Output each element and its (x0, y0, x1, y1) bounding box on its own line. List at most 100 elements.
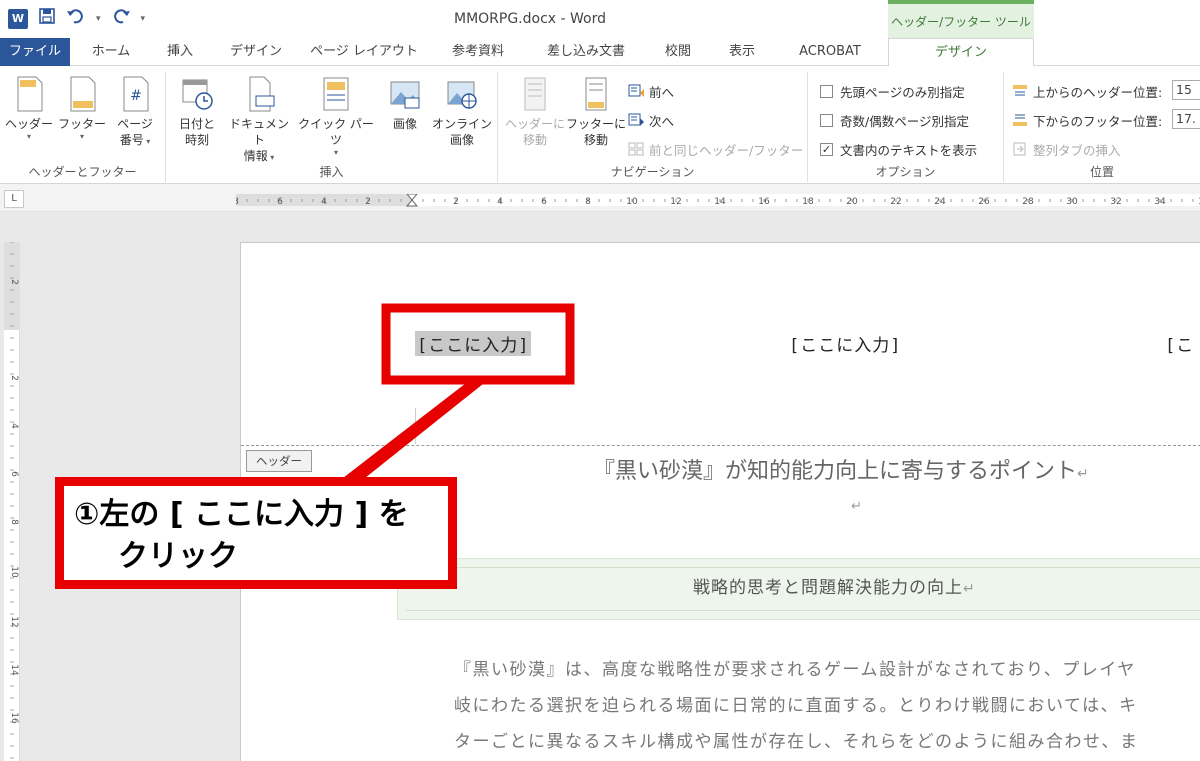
date-time-button[interactable]: 日付と 時刻 (172, 76, 222, 148)
body-text-line[interactable]: 『黒い砂漠』は、高度な戦略性が要求されるゲーム設計がなされており、プレイヤ (454, 655, 1136, 680)
vertical-ruler-ticks: 2 2 4 6 8 10 12 14 16 (9, 242, 19, 759)
next-button[interactable]: 次へ (628, 109, 674, 131)
different-first-page-checkbox[interactable]: 先頭ページのみ別指定 (820, 80, 965, 102)
vertical-ruler[interactable]: 2 2 4 6 8 10 12 14 16 (4, 242, 20, 761)
vertical-ruler-label: 10 (9, 566, 19, 578)
link-to-previous-label: 前と同じヘッダー/フッター (649, 142, 804, 158)
next-label: 次へ (649, 113, 675, 129)
ruler-label: 10 (626, 197, 638, 207)
previous-button[interactable]: 前へ (628, 80, 674, 102)
tab-home[interactable]: ホーム (78, 38, 144, 66)
group-label-insert: 挿入 (319, 165, 344, 179)
tab-selector[interactable]: L (4, 190, 24, 208)
indent-marker[interactable] (405, 194, 419, 207)
picture-icon (388, 76, 422, 112)
ruler-label: 34 (1154, 197, 1166, 207)
ruler-label: 26 (978, 197, 990, 207)
picture-button[interactable]: 画像 (380, 76, 430, 132)
group-label-position: 位置 (1089, 165, 1114, 179)
tab-hf-design[interactable]: デザイン (888, 38, 1034, 67)
header-button[interactable]: ヘッダー ▾ (4, 76, 54, 142)
goto-header-button[interactable]: ヘッダーに 移動 (504, 76, 566, 148)
tab-insert[interactable]: 挿入 (150, 38, 210, 66)
group-navigation: ヘッダーに 移動 フッターに 移動 前へ 次へ 前と同じヘッダー/フッター ナビ… (498, 72, 808, 182)
tab-file[interactable]: ファイル (0, 38, 70, 66)
tab-mailings[interactable]: 差し込み文書 (530, 38, 642, 66)
body-text-line[interactable]: 岐にわたる選択を迫られる場面に日常的に直面する。とりわけ戦闘においては、キ (454, 691, 1138, 716)
goto-footer-button[interactable]: フッターに 移動 (566, 76, 626, 148)
ruler-label: 6 (541, 197, 547, 207)
header-center-placeholder[interactable]: [ここに入力] (789, 331, 901, 356)
tab-acrobat[interactable]: ACROBAT (780, 38, 880, 66)
title-bar: W ▾ ▾ MMORPG.docx - Word ヘッダー/フッター ツール (0, 0, 1200, 38)
instruction-line-2: クリック (118, 539, 238, 574)
insert-alignment-tab-button[interactable]: 整列タブの挿入 (1012, 138, 1121, 160)
footer-button[interactable]: フッター ▾ (56, 76, 108, 142)
previous-label: 前へ (649, 84, 675, 100)
footer-dropdown-icon: ▾ (79, 132, 84, 141)
group-insert: 日付と 時刻 ドキュメント 情報 ▾ クイック パーツ ▾ 画像 オンライン 画… (166, 72, 498, 182)
tab-view[interactable]: 表示 (714, 38, 770, 66)
goto-header-icon (518, 76, 552, 112)
ruler-label: 4 (321, 197, 327, 207)
vertical-ruler-label: 8 (9, 519, 19, 525)
different-odd-even-label: 奇数/偶数ページ別指定 (840, 113, 969, 129)
footer-position-control: 下からのフッター位置: (1012, 109, 1162, 131)
tab-design[interactable]: デザイン (218, 38, 294, 66)
header-position-input[interactable]: 15 (1172, 80, 1200, 100)
vertical-ruler-label: 2 (9, 279, 19, 285)
different-odd-even-check[interactable] (820, 113, 833, 127)
ruler-ticks: 864224681012141618202224262830323436 (236, 194, 1200, 207)
document-info-label-2: 情報 (243, 149, 268, 163)
section-title-box[interactable]: 戦略的思考と問題解決能力の向上↵ (397, 558, 1200, 620)
different-odd-even-checkbox[interactable]: 奇数/偶数ページ別指定 (820, 109, 969, 131)
body-text-line[interactable]: ターごとに異なるスキル構成や属性が存在し、それらをどのように組み合わせ、ま (454, 727, 1139, 752)
quick-parts-dropdown-icon: ▾ (333, 148, 338, 157)
empty-paragraph-mark: ↵ (851, 499, 862, 514)
ruler-label: 14 (714, 197, 726, 207)
tab-review[interactable]: 校閲 (650, 38, 706, 66)
ruler-label: 2 (453, 197, 459, 207)
ruler-label: 16 (758, 197, 770, 207)
document-info-icon (242, 76, 276, 112)
header-left-placeholder[interactable]: [ここに入力] (415, 331, 532, 356)
link-to-previous-button[interactable]: 前と同じヘッダー/フッター (628, 138, 803, 160)
quick-parts-button[interactable]: クイック パーツ ▾ (294, 76, 378, 158)
header-tag: ヘッダー (246, 450, 312, 472)
ruler-label: 28 (1022, 197, 1034, 207)
ruler-label: 6 (277, 197, 283, 207)
instruction-text: ①左の [ ここに入力 ] を クリック (74, 494, 409, 578)
ruler-label: 2 (365, 197, 371, 207)
link-previous-icon (628, 142, 644, 156)
ruler-label: 12 (670, 197, 681, 207)
header-dropdown-icon: ▾ (26, 132, 31, 141)
tab-page-layout[interactable]: ページ レイアウト (300, 38, 428, 66)
document-info-button[interactable]: ドキュメント 情報 ▾ (224, 76, 294, 166)
alignment-tab-icon (1013, 142, 1026, 156)
page-number-dropdown-icon: ▾ (143, 137, 151, 146)
instruction-callout: ①左の [ ここに入力 ] を クリック (55, 477, 457, 589)
ruler-label: 24 (934, 197, 946, 207)
horizontal-ruler[interactable]: 864224681012141618202224262830323436 (236, 194, 1200, 207)
different-first-page-check[interactable] (820, 84, 833, 98)
header-position-icon (1013, 85, 1027, 96)
vertical-ruler-label: 4 (9, 423, 19, 429)
page-number-button[interactable]: # ページ 番号 ▾ (110, 76, 160, 150)
tab-references[interactable]: 参考資料 (434, 38, 522, 66)
section-title: 戦略的思考と問題解決能力の向上↵ (693, 573, 976, 598)
header-right-placeholder[interactable]: [こ (1165, 331, 1194, 356)
show-document-text-checkbox[interactable]: ✓ 文書内のテキストを表示 (820, 138, 977, 160)
ruler-label: 22 (890, 197, 901, 207)
ruler-label: 8 (585, 197, 591, 207)
show-document-text-check[interactable]: ✓ (820, 142, 833, 156)
page-number-label-1: ページ (117, 117, 153, 131)
document-heading[interactable]: 『黒い砂漠』が知的能力向上に寄与するポイント↵ (593, 453, 1089, 485)
footer-position-input[interactable]: 17. (1172, 109, 1200, 129)
footer-position-icon (1013, 114, 1027, 126)
online-picture-button[interactable]: オンライン 画像 (432, 76, 492, 148)
svg-text:#: # (130, 88, 142, 104)
ruler-label: 8 (236, 197, 239, 207)
goto-footer-icon (579, 76, 613, 112)
date-time-label-2: 時刻 (184, 133, 209, 147)
page-number-icon: # (118, 76, 152, 112)
